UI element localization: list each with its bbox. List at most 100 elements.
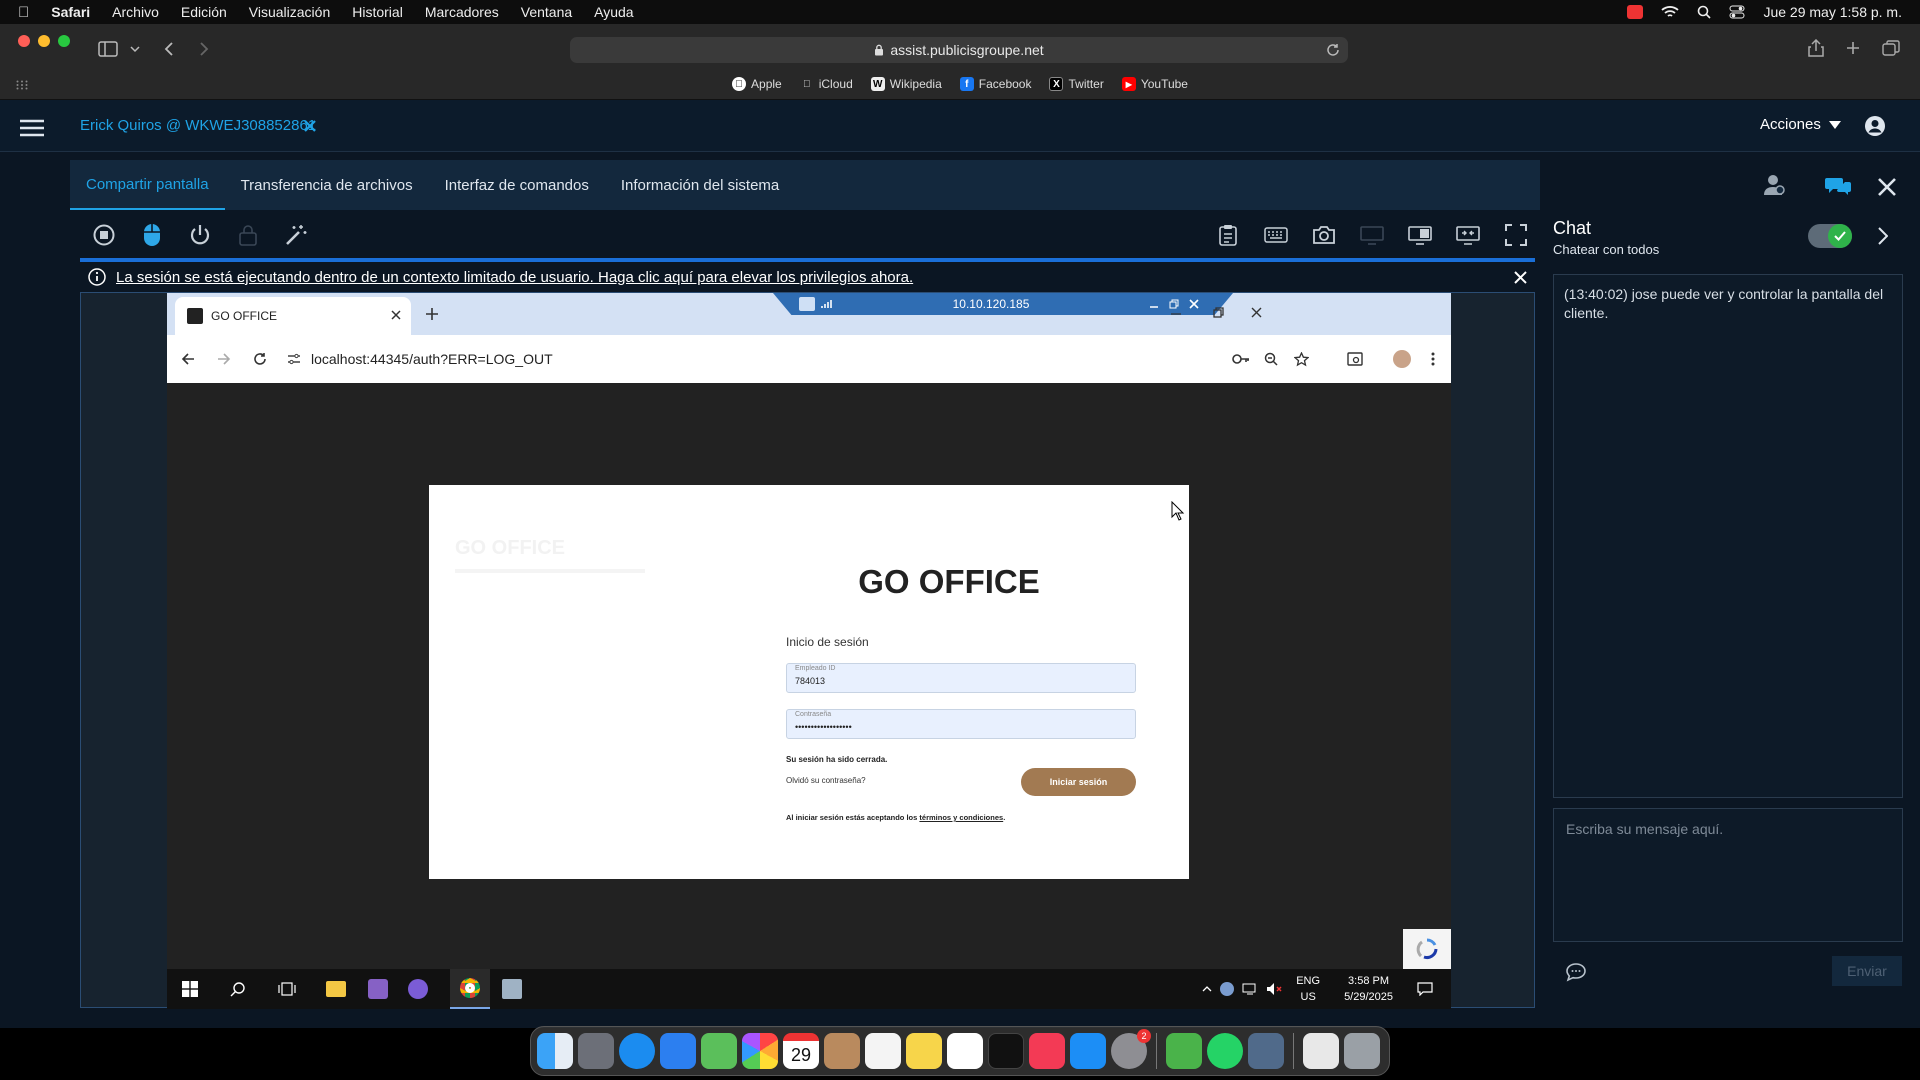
reload-icon[interactable] xyxy=(1326,43,1340,57)
remote-screen-view[interactable]: GO OFFICE 10.10.120.185 localhost:44345/… xyxy=(80,292,1535,1009)
stop-session-button[interactable] xyxy=(80,212,128,258)
maps-icon[interactable] xyxy=(701,1033,737,1069)
search-icon[interactable] xyxy=(230,981,246,997)
finder-icon[interactable] xyxy=(537,1033,573,1069)
trash-icon[interactable] xyxy=(1344,1033,1380,1069)
remote-browser-tab[interactable]: GO OFFICE xyxy=(175,297,411,335)
screenshot-button[interactable] xyxy=(1300,212,1348,258)
safari-icon[interactable] xyxy=(619,1033,655,1069)
forgot-password-link[interactable]: Olvidó su contraseña? xyxy=(786,776,866,785)
search-icon[interactable] xyxy=(1697,5,1712,19)
zoom-window-button[interactable] xyxy=(58,35,70,47)
input-language[interactable]: ENG US xyxy=(1296,973,1320,1005)
app-store-icon[interactable] xyxy=(1070,1033,1106,1069)
recaptcha-badge[interactable] xyxy=(1403,929,1451,969)
login-submit-button[interactable]: Iniciar sesión xyxy=(1021,768,1136,796)
rdp-connection-bar[interactable]: 10.10.120.185 xyxy=(773,293,1233,315)
menubar-datetime[interactable]: Jue 29 may 1:58 p. m. xyxy=(1763,4,1902,20)
menu-edicion[interactable]: Edición xyxy=(181,4,227,20)
reload-icon[interactable] xyxy=(253,352,267,366)
control-center-icon[interactable] xyxy=(1729,5,1745,19)
employee-id-field[interactable]: Empleado ID 784013 xyxy=(786,663,1136,693)
tab-overview-icon[interactable] xyxy=(1882,40,1900,56)
close-connection-icon[interactable] xyxy=(1189,299,1199,309)
chevron-down-icon[interactable] xyxy=(130,45,140,53)
blank-screen-button[interactable] xyxy=(1348,212,1396,258)
task-view-icon[interactable] xyxy=(278,982,296,996)
volume-muted-icon[interactable] xyxy=(1266,982,1282,996)
monitor-select-button[interactable] xyxy=(1396,212,1444,258)
menu-marcadores[interactable]: Marcadores xyxy=(425,4,499,20)
system-settings-icon[interactable]: 2 xyxy=(1111,1029,1151,1069)
acciones-menu[interactable]: Acciones xyxy=(1760,116,1841,133)
whatsapp-icon[interactable] xyxy=(1207,1033,1243,1069)
keyboard-button[interactable] xyxy=(1252,212,1300,258)
hamburger-menu-icon[interactable] xyxy=(20,119,44,137)
back-icon[interactable] xyxy=(181,352,195,366)
minimize-window-button[interactable] xyxy=(38,35,50,47)
chrome-taskbar-icon[interactable] xyxy=(450,969,490,1009)
restore-icon[interactable] xyxy=(1169,299,1179,309)
close-window-button[interactable] xyxy=(18,35,30,47)
close-tab-icon[interactable] xyxy=(391,310,401,320)
contacts-icon[interactable] xyxy=(824,1033,860,1069)
favorite-icloud[interactable]: iCloud xyxy=(800,77,853,91)
remote-desktop-icon[interactable] xyxy=(1248,1033,1284,1069)
sidebar-toggle-icon[interactable] xyxy=(98,41,118,57)
search-tabs-icon[interactable] xyxy=(1347,352,1363,366)
fullscreen-button[interactable] xyxy=(1492,212,1540,258)
forward-icon[interactable] xyxy=(199,41,209,57)
participants-icon[interactable] xyxy=(1763,174,1785,196)
mail-icon[interactable] xyxy=(660,1033,696,1069)
forward-icon[interactable] xyxy=(217,352,231,366)
tray-chevron-up-icon[interactable] xyxy=(1202,985,1212,993)
fit-screen-button[interactable] xyxy=(1444,212,1492,258)
tab-compartir-pantalla[interactable]: Compartir pantalla xyxy=(70,160,225,210)
session-title[interactable]: Erick Quiros @ WKWEJ308852861 xyxy=(80,117,316,134)
photos-icon[interactable] xyxy=(742,1033,778,1069)
tab-informacion-sistema[interactable]: Información del sistema xyxy=(605,160,795,210)
share-icon[interactable] xyxy=(1808,39,1824,57)
notes-icon[interactable] xyxy=(906,1033,942,1069)
close-panel-icon[interactable] xyxy=(1877,177,1897,197)
window-close-icon[interactable] xyxy=(1251,307,1262,318)
launchpad-icon[interactable] xyxy=(578,1033,614,1069)
github-desktop-icon[interactable] xyxy=(408,979,428,999)
terms-link[interactable]: términos y condiciones xyxy=(919,813,1003,822)
favorite-youtube[interactable]: ▶ YouTube xyxy=(1121,77,1188,91)
menu-archivo[interactable]: Archivo xyxy=(112,4,159,20)
close-session-icon[interactable] xyxy=(304,120,316,132)
more-options-icon[interactable] xyxy=(1431,352,1435,366)
favorite-wikipedia[interactable]: W Wikipedia xyxy=(870,77,942,91)
chat-message-input[interactable]: Escriba su mensaje aquí. xyxy=(1553,808,1903,942)
chevron-right-icon[interactable] xyxy=(1878,227,1888,245)
visual-studio-icon[interactable] xyxy=(368,979,388,999)
back-icon[interactable] xyxy=(164,41,174,57)
bookmark-star-icon[interactable] xyxy=(1294,351,1309,367)
menu-visualizacion[interactable]: Visualización xyxy=(249,4,330,20)
remote-url[interactable]: localhost:44345/auth?ERR=LOG_OUT xyxy=(311,351,553,367)
clipboard-button[interactable] xyxy=(1204,212,1252,258)
ctrl-alt-del-button[interactable] xyxy=(224,212,272,258)
favorite-twitter[interactable]: X Twitter xyxy=(1049,77,1104,91)
wifi-icon[interactable] xyxy=(1661,5,1680,19)
minimize-icon[interactable] xyxy=(1149,299,1159,309)
tab-transferencia-archivos[interactable]: Transferencia de archivos xyxy=(225,160,429,210)
apple-icon[interactable]:  xyxy=(18,4,29,21)
new-tab-icon[interactable] xyxy=(1846,41,1860,55)
profile-avatar[interactable] xyxy=(1393,350,1411,368)
zoom-icon[interactable] xyxy=(1264,352,1278,366)
app-package-icon[interactable] xyxy=(502,979,522,999)
power-button[interactable] xyxy=(176,212,224,258)
documents-folder-icon[interactable] xyxy=(1303,1033,1339,1069)
mouse-control-button[interactable] xyxy=(128,212,176,258)
elevate-privileges-link[interactable]: La sesión se está ejecutando dentro de u… xyxy=(116,269,913,286)
notification-icon[interactable] xyxy=(1417,982,1433,996)
user-account-icon[interactable] xyxy=(1864,115,1886,137)
address-bar[interactable]: assist.publicisgroupe.net xyxy=(570,37,1348,63)
window-restore-icon[interactable] xyxy=(1213,307,1224,318)
window-minimize-icon[interactable] xyxy=(1171,309,1181,319)
password-field[interactable]: Contraseña •••••••••••••••••• xyxy=(786,709,1136,739)
password-key-icon[interactable] xyxy=(1232,353,1250,365)
chat-emoji-icon[interactable] xyxy=(1565,962,1587,982)
